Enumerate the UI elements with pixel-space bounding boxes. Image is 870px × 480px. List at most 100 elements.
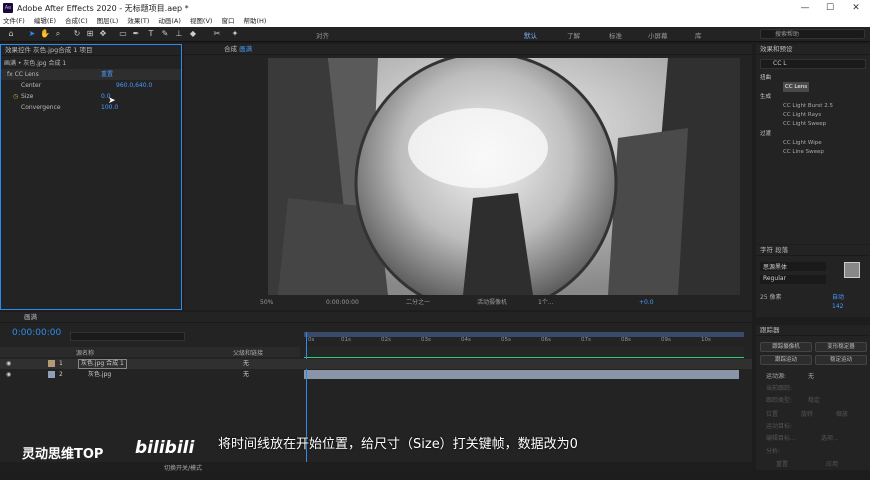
menu-composition[interactable]: 合成(C) bbox=[62, 16, 88, 27]
rotate-tool-icon[interactable]: ↻ bbox=[72, 29, 82, 39]
parent-select[interactable]: 无 bbox=[243, 370, 249, 380]
layer-row-1[interactable]: ◉ 1 灰色.jpg 合成 1 无 bbox=[0, 359, 752, 369]
prop-center-value[interactable]: 960.0,640.0 bbox=[116, 80, 152, 91]
layer-name[interactable]: 灰色.jpg 合成 1 bbox=[78, 359, 127, 369]
zoom-tool-icon[interactable]: ⌕ bbox=[53, 29, 63, 39]
effect-controls-tab[interactable]: 效果控件 灰色.jpg合成 1 bbox=[5, 46, 77, 54]
camera-tool-icon[interactable]: ⊞ bbox=[85, 29, 95, 39]
workspace-standard[interactable]: 标准 bbox=[609, 30, 622, 40]
menu-view[interactable]: 视图(V) bbox=[187, 16, 213, 27]
font-select[interactable]: 思源黑体 bbox=[760, 262, 826, 271]
home-icon[interactable]: ⌂ bbox=[6, 29, 16, 39]
project-tab[interactable]: 项目 bbox=[79, 46, 92, 54]
track-camera-button[interactable]: 跟踪摄像机 bbox=[760, 342, 812, 352]
font-style-select[interactable]: Regular bbox=[760, 275, 826, 284]
minimize-icon[interactable]: — bbox=[795, 2, 815, 14]
work-area-bar[interactable] bbox=[304, 332, 744, 337]
warp-stabilizer-button[interactable]: 变形稳定器 bbox=[815, 342, 867, 352]
fill-color-swatch[interactable] bbox=[844, 262, 860, 278]
comp-timecode[interactable]: 0:00:00:00 bbox=[326, 296, 359, 309]
menu-window[interactable]: 窗口 bbox=[218, 16, 234, 27]
group-generate[interactable]: 生成 bbox=[760, 92, 771, 102]
brush-tool-icon[interactable]: ✎ bbox=[160, 29, 170, 39]
clone-tool-icon[interactable]: ⊥ bbox=[174, 29, 184, 39]
shape-tool-icon[interactable]: ▭ bbox=[118, 29, 128, 39]
roto-tool-icon[interactable]: ✂ bbox=[212, 29, 222, 39]
menu-effect[interactable]: 效果(T) bbox=[124, 16, 149, 27]
close-icon[interactable]: ✕ bbox=[846, 2, 866, 14]
workspace-learn[interactable]: 了解 bbox=[567, 30, 580, 40]
character-tab[interactable]: 字符 bbox=[760, 246, 773, 254]
resolution-select[interactable]: 二分之一 bbox=[406, 296, 430, 309]
menu-help[interactable]: 帮助(H) bbox=[240, 16, 266, 27]
layer-name[interactable]: 灰色.jpg bbox=[88, 370, 111, 380]
font-size[interactable]: 25 像素 bbox=[760, 292, 782, 301]
paragraph-tab[interactable]: 段落 bbox=[775, 246, 788, 254]
composition-tab-label[interactable]: 合成 bbox=[224, 45, 237, 53]
leading[interactable]: 自动 bbox=[832, 292, 844, 301]
help-search-input[interactable]: 搜索帮助 bbox=[760, 29, 865, 39]
maximize-icon[interactable]: ☐ bbox=[820, 2, 840, 14]
stabilize-motion-button[interactable]: 稳定运动 bbox=[815, 355, 867, 365]
timeline-columns: 源名称 父级和链接 bbox=[0, 347, 300, 357]
zoom-level[interactable]: 50% bbox=[260, 296, 273, 309]
eye-icon[interactable]: ◉ bbox=[6, 359, 11, 369]
timeline-tab[interactable]: 画满 bbox=[0, 312, 752, 323]
eraser-tool-icon[interactable]: ◆ bbox=[188, 29, 198, 39]
options-button[interactable]: 选项... bbox=[821, 433, 839, 442]
workspace-small-screen[interactable]: 小屏幕 bbox=[648, 30, 668, 40]
pin-tool-icon[interactable]: ✦ bbox=[230, 29, 240, 39]
selection-tool-icon[interactable]: ➤ bbox=[27, 29, 37, 39]
group-distort[interactable]: 扭曲 bbox=[760, 73, 771, 83]
hand-tool-icon[interactable]: ✋ bbox=[40, 29, 50, 39]
stopwatch-icon[interactable]: ◷ bbox=[13, 91, 18, 102]
reset-link[interactable]: 重置 bbox=[101, 69, 113, 80]
effect-row-cclens[interactable]: fx CC Lens 重置 bbox=[1, 69, 181, 80]
workspace-default[interactable]: 默认 bbox=[524, 30, 537, 40]
text-tool-icon[interactable]: T bbox=[146, 29, 156, 39]
tracking[interactable]: 142 bbox=[832, 303, 843, 310]
timeline-timecode[interactable]: 0:00:00:00 bbox=[12, 328, 61, 338]
tick-label: 01s bbox=[341, 337, 351, 343]
snap-label[interactable]: 对齐 bbox=[316, 30, 329, 40]
apply-button[interactable]: 应用 bbox=[826, 459, 838, 468]
time-ruler[interactable] bbox=[304, 347, 744, 357]
effects-search-input[interactable]: CC L bbox=[760, 59, 866, 69]
composition-viewer[interactable] bbox=[268, 58, 740, 295]
camera-select[interactable]: 活动摄像机 bbox=[477, 296, 507, 309]
group-transition[interactable]: 过渡 bbox=[760, 129, 771, 139]
parent-select[interactable]: 无 bbox=[243, 359, 249, 369]
pen-tool-icon[interactable]: ✒ bbox=[131, 29, 141, 39]
menu-file[interactable]: 文件(F) bbox=[0, 16, 25, 27]
pan-tool-icon[interactable]: ✥ bbox=[98, 29, 108, 39]
position-checkbox[interactable]: 位置 bbox=[766, 409, 778, 418]
fx-icon: fx bbox=[7, 71, 15, 78]
views-select[interactable]: 1个... bbox=[538, 296, 554, 309]
track-type-label: 跟踪类型: bbox=[766, 397, 793, 404]
label-color[interactable] bbox=[48, 360, 55, 367]
motion-source-value[interactable]: 无 bbox=[808, 371, 814, 380]
menu-edit[interactable]: 编辑(E) bbox=[31, 16, 56, 27]
eye-icon[interactable]: ◉ bbox=[6, 370, 11, 380]
edit-target-button[interactable]: 编辑目标... bbox=[766, 433, 796, 442]
rotation-checkbox[interactable]: 旋转 bbox=[801, 409, 813, 418]
toggle-switches-modes[interactable]: 切换开关/模式 bbox=[164, 463, 202, 472]
scale-checkbox[interactable]: 缩放 bbox=[836, 409, 848, 418]
workspace-library[interactable]: 库 bbox=[695, 30, 702, 40]
effect-item-cc-lens[interactable]: CC Lens bbox=[783, 82, 810, 92]
comp-name-tab[interactable]: 画满 bbox=[239, 45, 252, 53]
effect-item-light-sweep[interactable]: CC Light Sweep bbox=[783, 119, 826, 129]
current-track-label: 当前跟踪: bbox=[766, 385, 793, 392]
layer-row-2[interactable]: ◉ 2 灰色.jpg 无 bbox=[0, 370, 752, 380]
effect-item-line-sweep[interactable]: CC Line Sweep bbox=[783, 147, 824, 157]
timeline-search-input[interactable] bbox=[70, 332, 185, 341]
prop-center-label: Center bbox=[21, 82, 42, 89]
window-title: Adobe After Effects 2020 - 无标题项目.aep * bbox=[17, 4, 189, 13]
track-motion-button[interactable]: 跟踪运动 bbox=[760, 355, 812, 365]
label-color[interactable] bbox=[48, 371, 55, 378]
menu-layer[interactable]: 图层(L) bbox=[94, 16, 119, 27]
exposure-value[interactable]: +0.0 bbox=[639, 296, 654, 309]
reset-button[interactable]: 重置 bbox=[776, 459, 788, 468]
menu-animation[interactable]: 动画(A) bbox=[155, 16, 181, 27]
tick-label: 06s bbox=[541, 337, 551, 343]
